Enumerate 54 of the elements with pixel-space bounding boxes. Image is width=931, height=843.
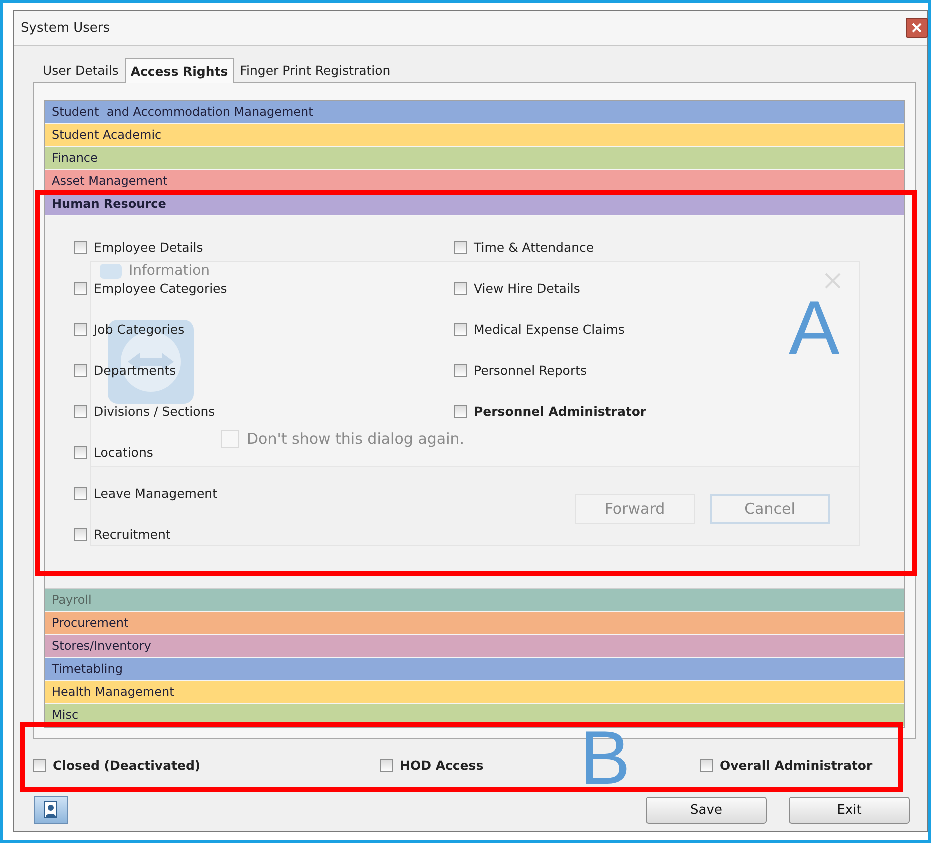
- checkbox-label: Job Categories: [94, 322, 185, 336]
- option-label: Overall Administrator: [720, 758, 873, 772]
- checkbox[interactable]: [700, 758, 713, 772]
- section-header[interactable]: Student and Accommodation Management: [45, 101, 904, 124]
- checkbox[interactable]: [74, 322, 87, 336]
- checkbox[interactable]: [74, 486, 87, 500]
- checkbox[interactable]: [454, 282, 467, 294]
- checkbox[interactable]: [454, 240, 467, 254]
- close-button[interactable]: [906, 18, 928, 38]
- checkbox-label: Employee Details: [94, 240, 204, 254]
- checkbox-label: Divisions / Sections: [94, 404, 216, 418]
- checkbox-label: Personnel Administrator: [474, 404, 647, 418]
- checkbox-label: Medical Expense Claims: [474, 322, 625, 336]
- user-button[interactable]: [34, 796, 68, 824]
- checkbox-label: View Hire Details: [474, 280, 580, 296]
- section-header[interactable]: Stores/Inventory: [45, 635, 904, 658]
- tab[interactable]: Finger Print Registration: [234, 59, 397, 82]
- checkbox[interactable]: [33, 758, 46, 772]
- checkbox-label: Recruitment: [94, 526, 171, 542]
- checkbox-label: Don't show this dialog again.: [247, 430, 465, 448]
- option-label: HOD Access: [400, 758, 484, 772]
- dialog-button[interactable]: Exit: [789, 796, 910, 824]
- annotation-label: A: [789, 291, 840, 367]
- checkbox-label: Locations: [94, 444, 154, 460]
- tab[interactable]: Access Rights: [124, 58, 234, 83]
- dialog-button[interactable]: Save: [646, 796, 767, 824]
- section-header[interactable]: Student Academic: [45, 124, 904, 147]
- section-header[interactable]: Finance: [45, 147, 904, 170]
- section-header[interactable]: Health Management: [45, 681, 904, 704]
- close-icon: [912, 23, 922, 33]
- checkbox[interactable]: [74, 364, 87, 376]
- checkbox[interactable]: [74, 282, 87, 294]
- dialog-title: Information: [129, 263, 210, 279]
- tab[interactable]: User Details: [37, 59, 125, 82]
- checkbox[interactable]: [380, 758, 393, 772]
- checkbox-label: Employee Categories: [94, 280, 228, 296]
- window-title: System Users: [21, 20, 110, 36]
- section-header[interactable]: Timetabling: [45, 658, 904, 681]
- checkbox-label: Personnel Reports: [474, 362, 588, 378]
- checkbox-label: Departments: [94, 362, 176, 378]
- checkbox-label: Leave Management: [94, 486, 218, 500]
- option-label: Closed (Deactivated): [53, 758, 201, 772]
- section-header[interactable]: Procurement: [45, 612, 904, 635]
- checkbox[interactable]: [74, 446, 87, 458]
- checkbox[interactable]: [454, 322, 467, 336]
- checkbox[interactable]: [74, 404, 87, 418]
- checkbox[interactable]: [454, 404, 467, 418]
- checkbox[interactable]: [74, 528, 87, 540]
- info-icon: [100, 264, 122, 279]
- checkbox[interactable]: [454, 364, 467, 376]
- checkbox-label: Time & Attendance: [474, 240, 594, 254]
- user-icon: [43, 801, 59, 819]
- checkbox[interactable]: [74, 240, 87, 254]
- section-header[interactable]: Human Resource: [45, 193, 904, 216]
